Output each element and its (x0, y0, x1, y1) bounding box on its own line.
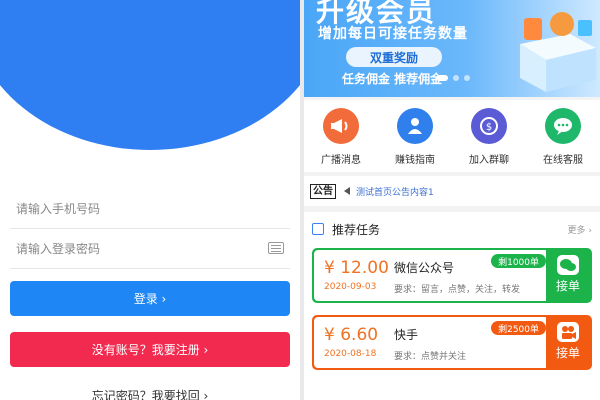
task-price: ¥ 12.00 (324, 258, 389, 278)
phone-field[interactable]: 请输入手机号码 (10, 189, 290, 229)
take-order-button[interactable]: 接单 (546, 317, 590, 368)
quick-label: 加入群聊 (469, 155, 509, 166)
login-button[interactable]: 登录 › (10, 281, 290, 316)
gift-box-icon (520, 12, 596, 92)
banner-dot-1[interactable] (436, 75, 448, 81)
promo-banner[interactable]: 升级会员 增加每日可接任务数量 双重奖励 任务佣金 推荐佣金 (304, 0, 600, 97)
tasks-header: 推荐任务 (312, 220, 380, 238)
task-card-body: ¥ 12.00 2020-09-03 微信公众号 要求：留言，点赞，关注，转发 … (314, 250, 550, 301)
phone-placeholder: 请输入手机号码 (16, 202, 101, 216)
tasks-title: 推荐任务 (332, 222, 381, 237)
quick-customer-service[interactable]: 在线客服 (526, 100, 600, 172)
svg-text:$: $ (486, 122, 492, 133)
task-name: 微信公众号 (394, 261, 455, 275)
task-date: 2020-09-03 (324, 282, 377, 292)
megaphone-icon (323, 108, 359, 144)
task-card[interactable]: ¥ 6.60 2020-08-18 快手 要求：点赞并关注 剩2500单 接单 (312, 315, 592, 370)
take-order-label: 接单 (555, 279, 580, 293)
register-button[interactable]: 没有账号？我要注册 › (10, 332, 290, 367)
task-date: 2020-08-18 (324, 349, 377, 359)
keyboard-icon[interactable] (268, 242, 284, 254)
take-order-button[interactable]: 接单 (546, 250, 590, 301)
customer-service-icon (545, 108, 581, 144)
banner-subtitle: 增加每日可接任务数量 (318, 26, 468, 42)
guide-icon (397, 108, 433, 144)
quick-broadcast[interactable]: 广播消息 (304, 100, 378, 172)
recommended-tasks: 推荐任务 更多 › ¥ 12.00 2020-09-03 微信公众号 要求：留言… (304, 212, 600, 400)
password-field[interactable]: 请输入登录密码 (10, 229, 290, 269)
announcement-text[interactable]: 测试首页公告内容1 (356, 185, 434, 198)
quick-group-chat[interactable]: $ 加入群聊 (452, 100, 526, 172)
quick-label: 在线客服 (543, 155, 583, 166)
home-screen: 升级会员 增加每日可接任务数量 双重奖励 任务佣金 推荐佣金 广播消息 赚钱指南… (304, 0, 600, 400)
announcement-tag: 公告 (310, 183, 336, 199)
password-placeholder: 请输入登录密码 (16, 242, 101, 256)
task-card[interactable]: ¥ 12.00 2020-09-03 微信公众号 要求：留言，点赞，关注，转发 … (312, 248, 592, 303)
banner-tags: 任务佣金 推荐佣金 (342, 72, 443, 86)
task-name: 快手 (394, 328, 419, 342)
login-screen: 请输入手机号码 请输入登录密码 登录 › 没有账号？我要注册 › 忘记密码？我要… (0, 0, 300, 400)
banner-pill: 双重奖励 (346, 47, 442, 67)
quick-guide[interactable]: 赚钱指南 (378, 100, 452, 172)
quick-menu: 广播消息 赚钱指南 $ 加入群聊 在线客服 (304, 100, 600, 172)
remaining-badge: 剩1000单 (491, 254, 546, 268)
speaker-icon (344, 187, 350, 195)
hero-header (0, 0, 300, 150)
banner-dot-2[interactable] (453, 75, 459, 81)
remaining-badge: 剩2500单 (491, 321, 546, 335)
group-chat-icon: $ (471, 108, 507, 144)
task-requirement: 要求：点赞并关注 (394, 352, 467, 362)
task-list-icon (312, 223, 324, 235)
kuaishou-icon (557, 322, 579, 342)
banner-dot-3[interactable] (464, 75, 470, 81)
take-order-label: 接单 (555, 346, 580, 360)
quick-label: 广播消息 (321, 155, 361, 166)
forgot-password-link[interactable]: 忘记密码？我要找回 › (0, 387, 300, 400)
task-requirement: 要求：留言，点赞，关注，转发 (394, 285, 521, 295)
announcement-bar[interactable]: 公告 测试首页公告内容1 (304, 176, 600, 206)
task-card-body: ¥ 6.60 2020-08-18 快手 要求：点赞并关注 剩2500单 (314, 317, 550, 368)
quick-label: 赚钱指南 (395, 155, 435, 166)
banner-pagination[interactable] (436, 75, 470, 81)
task-price: ¥ 6.60 (324, 325, 379, 345)
wechat-icon (557, 255, 579, 275)
more-link[interactable]: 更多 › (568, 223, 592, 236)
